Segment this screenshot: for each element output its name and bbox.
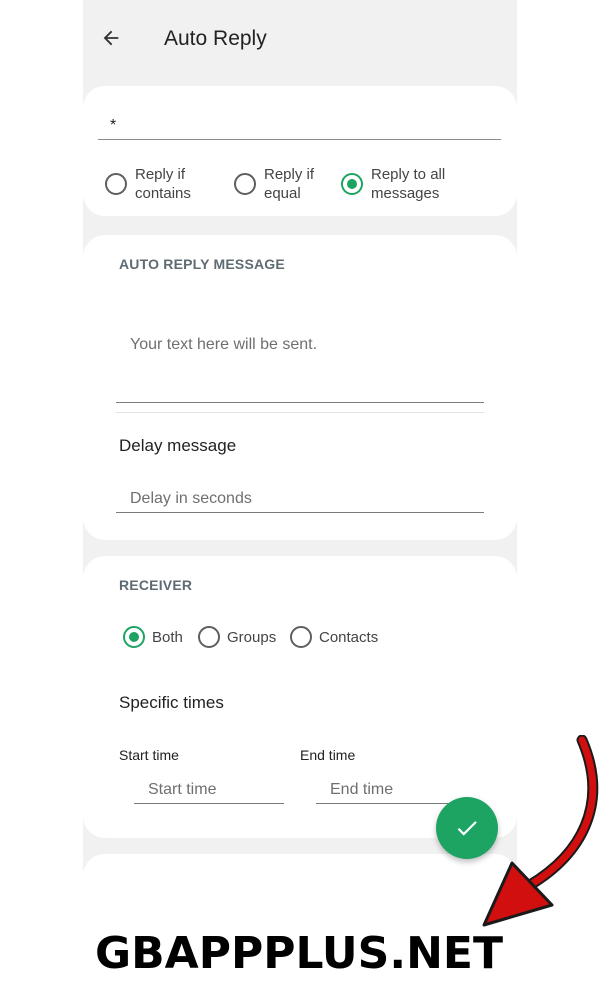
option-label-line1: Reply if <box>264 166 315 183</box>
option-reply-if-contains[interactable]: Reply if contains <box>105 165 191 203</box>
option-label-line1: Reply if <box>135 166 186 183</box>
back-button[interactable] <box>97 24 125 52</box>
option-both[interactable]: Both <box>123 626 183 648</box>
end-time-label: End time <box>300 747 356 763</box>
keyword-card: Reply if contains Reply if equal Reply t… <box>83 86 517 216</box>
option-label-line2: equal <box>264 185 301 202</box>
start-time-input[interactable] <box>134 777 284 804</box>
option-contacts-label: Contacts <box>319 628 379 646</box>
option-reply-if-equal[interactable]: Reply if equal <box>234 165 314 203</box>
radio-reply-to-all[interactable] <box>341 173 363 195</box>
app-bar: Auto Reply <box>83 0 517 80</box>
option-groups[interactable]: Groups <box>198 626 276 648</box>
watermark: GBAPPPLUS.NET <box>95 928 503 979</box>
option-label-line2: messages <box>371 185 440 202</box>
radio-reply-if-contains[interactable] <box>105 173 127 195</box>
option-groups-label: Groups <box>227 628 277 646</box>
divider <box>116 412 484 413</box>
receiver-card: RECEIVER Both Groups Contacts Specific t… <box>83 556 517 838</box>
page-title: Auto Reply <box>164 27 267 50</box>
delay-label: Delay message <box>119 436 237 455</box>
auto-reply-message-card: AUTO REPLY MESSAGE Delay message <box>83 235 517 540</box>
arrow-left-icon <box>103 30 119 46</box>
receiver-heading: RECEIVER <box>119 577 193 593</box>
radio-both[interactable] <box>123 626 145 648</box>
option-label-line2: contains <box>135 185 191 202</box>
radio-groups[interactable] <box>198 626 220 648</box>
radio-reply-if-equal[interactable] <box>234 173 256 195</box>
option-both-label: Both <box>152 628 183 646</box>
reply-message-input[interactable] <box>116 327 484 403</box>
option-contacts[interactable]: Contacts <box>290 626 378 648</box>
keyword-input[interactable] <box>98 112 501 140</box>
red-arrow-icon <box>482 735 599 927</box>
auto-reply-heading: AUTO REPLY MESSAGE <box>119 256 285 272</box>
start-time-label: Start time <box>119 747 179 763</box>
delay-input[interactable] <box>116 485 484 513</box>
specific-times-label: Specific times <box>119 693 224 712</box>
radio-contacts[interactable] <box>290 626 312 648</box>
option-label-line1: Reply to all <box>371 166 446 183</box>
option-reply-to-all[interactable]: Reply to all messages <box>341 165 445 203</box>
end-time-input[interactable] <box>316 777 466 804</box>
app-screen: Auto Reply Reply if contains Reply if eq… <box>83 0 517 870</box>
next-card <box>83 854 517 870</box>
